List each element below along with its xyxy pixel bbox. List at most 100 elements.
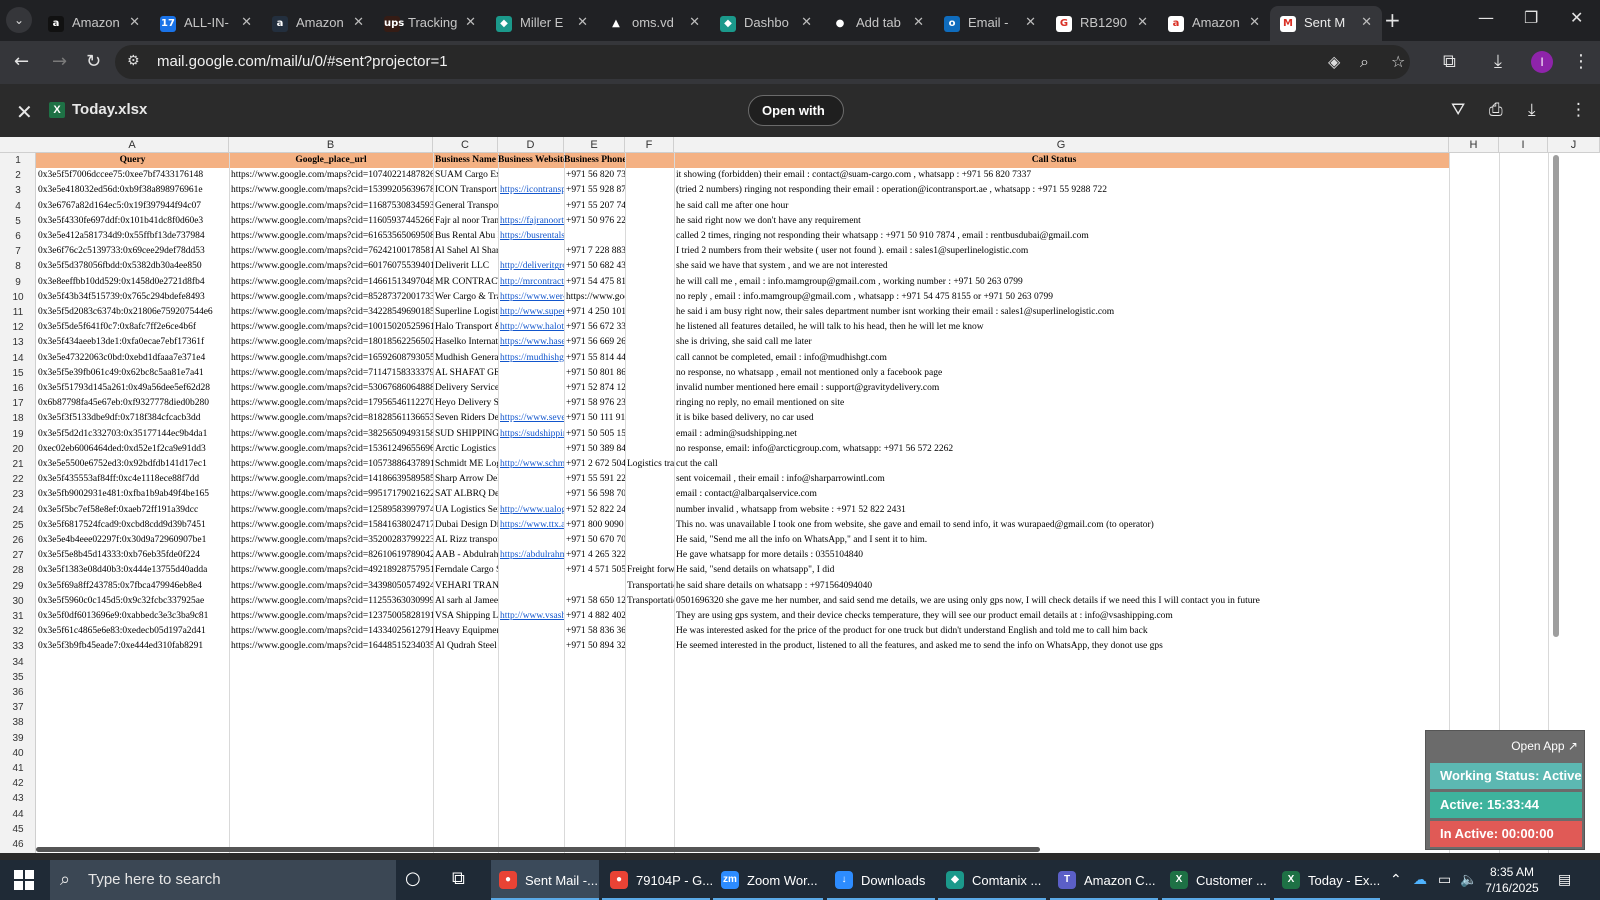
table-cell[interactable]: [625, 411, 674, 426]
row-header[interactable]: 15: [0, 366, 36, 381]
browser-tab[interactable]: a Amazon ✕: [262, 6, 374, 41]
table-cell[interactable]: 0x3e5f43b34f515739:0x765c294bdefe8493: [36, 290, 229, 305]
table-cell[interactable]: Mudhish General Transport: [433, 351, 498, 366]
row-header[interactable]: 13: [0, 335, 36, 350]
table-cell[interactable]: Haselko International: [433, 335, 498, 350]
column-title-cell[interactable]: [625, 153, 674, 168]
table-cell[interactable]: [625, 518, 674, 533]
table-cell[interactable]: [498, 442, 564, 457]
table-cell[interactable]: Halo Transport & Logistics: [433, 320, 498, 335]
table-cell[interactable]: https://www.google.com/maps?cid=10573886…: [229, 457, 433, 472]
table-cell[interactable]: [498, 624, 564, 639]
table-cell[interactable]: AL SHAFAT GENERAL TRANSPORT: [433, 366, 498, 381]
table-cell[interactable]: [498, 563, 564, 578]
table-cell[interactable]: 0x3e5f5d378056fbdd:0x5382db30a4ee850: [36, 259, 229, 274]
table-cell[interactable]: sent voicemail , their email : info@shar…: [674, 472, 1434, 487]
table-cell[interactable]: Sharp Arrow Delivery Services LLC: [433, 472, 498, 487]
table-cell[interactable]: Logistics tracking: [625, 457, 674, 472]
table-cell[interactable]: Schmidt ME Logistics: [433, 457, 498, 472]
table-cell[interactable]: https://www.google.com/maps?cid=81828561…: [229, 411, 433, 426]
table-cell[interactable]: He said, "send details on whatsapp", I d…: [674, 563, 1434, 578]
taskbar-app[interactable]: X Today - Ex...: [1274, 860, 1380, 900]
table-cell[interactable]: invalid number mentioned here email : su…: [674, 381, 1434, 396]
table-cell[interactable]: https://www.google.com/maps?cid=11255363…: [229, 594, 433, 609]
table-cell[interactable]: He seemed interested in the product, lis…: [674, 639, 1434, 654]
row-header[interactable]: 38: [0, 715, 36, 730]
reload-button[interactable]: ↻: [86, 51, 101, 72]
table-cell[interactable]: he said i am busy right now, their sales…: [674, 305, 1434, 320]
bookmark-star-icon[interactable]: ☆: [1391, 52, 1405, 71]
vertical-scrollbar[interactable]: [1553, 155, 1559, 637]
table-cell[interactable]: [625, 427, 674, 442]
column-header[interactable]: E: [564, 137, 625, 153]
table-cell[interactable]: [625, 335, 674, 350]
table-cell[interactable]: +971 50 894 3224: [564, 639, 625, 654]
table-cell[interactable]: call cannot be completed, email : info@m…: [674, 351, 1434, 366]
close-tab-icon[interactable]: ✕: [1249, 14, 1260, 30]
table-cell[interactable]: 0x3e5f5d2d1c332703:0x35177144ec9b4da1: [36, 427, 229, 442]
table-cell[interactable]: Heavy Equipment Rental Dubai Uae: [433, 624, 498, 639]
table-cell[interactable]: https://www.google.com/maps?cid=14661513…: [229, 275, 433, 290]
row-header[interactable]: 12: [0, 320, 36, 335]
table-cell[interactable]: [625, 351, 674, 366]
row-header[interactable]: 9: [0, 275, 36, 290]
browser-tab[interactable]: 17 ALL-IN- ✕: [150, 6, 262, 41]
table-cell[interactable]: https://www.google.com/maps?cid=71147158…: [229, 366, 433, 381]
table-cell[interactable]: [625, 396, 674, 411]
table-cell[interactable]: https://www.ttx.ae: [498, 518, 564, 533]
table-cell[interactable]: [625, 366, 674, 381]
table-cell[interactable]: [625, 199, 674, 214]
table-cell[interactable]: +971 58 650 1255: [564, 594, 625, 609]
close-tab-icon[interactable]: ✕: [577, 14, 588, 30]
column-title-cell[interactable]: Business Website: [498, 153, 564, 168]
table-cell[interactable]: [625, 533, 674, 548]
table-cell[interactable]: https://mudhishgroup.com: [498, 351, 564, 366]
browser-tab[interactable]: ▲ oms.vd ✕: [598, 6, 710, 41]
table-cell[interactable]: she is driving, she said call me later: [674, 335, 1434, 350]
table-cell[interactable]: email : admin@sudshipping.net: [674, 427, 1434, 442]
table-cell[interactable]: 0x3e5f4330fe697ddf:0x101b41dc8f0d60e3: [36, 214, 229, 229]
table-cell[interactable]: https://busrentalsdubai.com/: [498, 229, 564, 244]
forward-button[interactable]: →: [52, 51, 67, 72]
row-header[interactable]: 41: [0, 761, 36, 776]
table-cell[interactable]: http://www.superlinelogistic.com: [498, 305, 564, 320]
table-cell[interactable]: Al Sahel Al Sharqi Transport LLC: [433, 244, 498, 259]
close-tab-icon[interactable]: ✕: [913, 14, 924, 30]
table-cell[interactable]: [564, 229, 625, 244]
table-cell[interactable]: [625, 214, 674, 229]
table-cell[interactable]: [625, 290, 674, 305]
taskbar-app[interactable]: ● 79104P - G...: [602, 860, 713, 900]
table-cell[interactable]: https://www.google.com/maps?cid=82610619…: [229, 548, 433, 563]
clock[interactable]: 8:35 AM 7/16/2025: [1479, 864, 1545, 896]
column-header[interactable]: G: [674, 137, 1449, 153]
table-cell[interactable]: https://www.google.com/maps?cid=14186639…: [229, 472, 433, 487]
row-header[interactable]: 16: [0, 381, 36, 396]
table-cell[interactable]: [625, 320, 674, 335]
table-cell[interactable]: +971 52 822 2431: [564, 503, 625, 518]
table-cell[interactable]: [564, 579, 625, 594]
table-cell[interactable]: https://www.wer-transport.ae: [498, 290, 564, 305]
table-cell[interactable]: 0x3e5f5bc7ef58e8ef:0xaeb72ff191a39dcc: [36, 503, 229, 518]
browser-tab[interactable]: M Sent M ✕: [1270, 6, 1382, 41]
column-header[interactable]: I: [1499, 137, 1548, 153]
address-bar[interactable]: ⚙ mail.google.com/mail/u/0/#sent?project…: [115, 45, 1410, 79]
column-header[interactable]: D: [498, 137, 564, 153]
table-cell[interactable]: 0x3e5f5e39fb061c49:0x62bc8c5aa81e7a41: [36, 366, 229, 381]
table-cell[interactable]: General Transport: [433, 199, 498, 214]
profile-avatar[interactable]: I: [1531, 51, 1553, 73]
browser-tab[interactable]: o Email - ✕: [934, 6, 1046, 41]
table-cell[interactable]: Heyo Delivery Services: [433, 396, 498, 411]
table-cell[interactable]: Freight forwarding: [625, 563, 674, 578]
table-cell[interactable]: https://www.google.com/maps?cid=11687530…: [229, 199, 433, 214]
table-cell[interactable]: cut the call: [674, 457, 1434, 472]
show-hidden-icons[interactable]: ⌃: [1390, 872, 1402, 888]
table-cell[interactable]: Fajr al noor Transport: [433, 214, 498, 229]
table-cell[interactable]: Transportation: [625, 579, 674, 594]
table-cell[interactable]: http://deliveritgroup.com: [498, 259, 564, 274]
table-cell[interactable]: Bus Rental Abu Dhabi: [433, 229, 498, 244]
row-header[interactable]: 46: [0, 837, 36, 852]
row-header[interactable]: 1: [0, 153, 36, 168]
onedrive-icon[interactable]: ☁: [1413, 872, 1427, 888]
table-cell[interactable]: +971 2 672 5040: [564, 457, 625, 472]
task-view-icon[interactable]: ⧉: [452, 868, 465, 889]
